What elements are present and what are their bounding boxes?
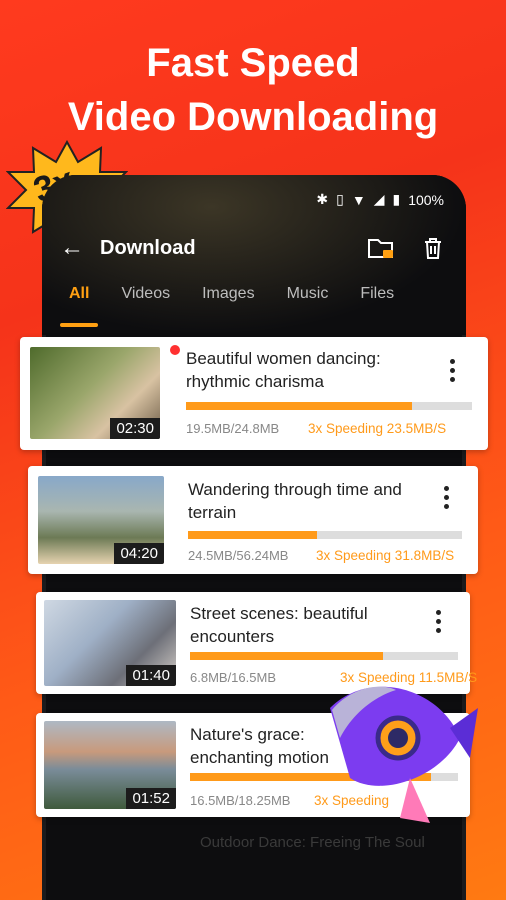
video-title: Beautiful women dancing: rhythmic charis… (186, 349, 381, 391)
video-thumbnail: 02:30 (30, 347, 160, 439)
more-options-icon[interactable] (450, 359, 456, 385)
more-options-icon[interactable] (444, 486, 450, 512)
download-item[interactable]: 04:20 Wandering through time and terrain… (28, 466, 478, 574)
download-speed: 3x Speeding 23.5MB/S (308, 421, 447, 436)
progress-bar (188, 531, 462, 539)
download-size: 6.8MB/16.5MB (190, 670, 276, 685)
faded-item-title: Outdoor Dance: Freeing The Soul (200, 834, 425, 851)
back-arrow-icon[interactable]: ← (60, 234, 84, 262)
video-duration: 01:40 (126, 665, 176, 686)
tab-videos[interactable]: Videos (112, 285, 179, 303)
page-title: Download (100, 236, 196, 259)
video-thumbnail: 01:40 (44, 600, 176, 686)
rocket-icon (330, 686, 478, 823)
more-options-icon[interactable] (436, 610, 442, 636)
video-thumbnail: 04:20 (38, 476, 164, 564)
battery-icon: ▮ (392, 191, 401, 207)
progress-bar (190, 652, 458, 660)
video-title: Street scenes: beautiful encounters (190, 604, 368, 646)
tab-bar: All Videos Images Music Files (60, 285, 448, 303)
headline-line2: Video Downloading (67, 95, 439, 139)
signal-icon: ◢ (373, 191, 385, 207)
download-size: 24.5MB/56.24MB (188, 548, 289, 563)
video-duration: 04:20 (114, 543, 164, 564)
battery-level: 100% (408, 191, 444, 208)
video-title: Nature's grace: enchanting motion (190, 725, 329, 767)
active-tab-indicator (60, 323, 98, 327)
download-size: 16.5MB/18.25MB (190, 793, 291, 808)
headline: Fast Speed Video Downloading (0, 36, 506, 144)
video-duration: 01:52 (126, 788, 176, 809)
vibrate-icon: ▯ (336, 191, 344, 207)
video-thumbnail: 01:52 (44, 721, 176, 809)
faded-download-item: Outdoor Dance: Freeing The Soul (60, 820, 480, 900)
new-indicator-dot (170, 345, 180, 355)
headline-line1: Fast Speed (146, 41, 360, 85)
progress-bar (186, 402, 472, 410)
folder-lock-icon[interactable] (366, 233, 396, 263)
download-item[interactable]: 02:30 Beautiful women dancing: rhythmic … (20, 337, 488, 450)
tab-images[interactable]: Images (193, 285, 263, 303)
app-bar: ← Download (60, 233, 448, 263)
bluetooth-icon: ✱ (316, 191, 329, 207)
tab-music[interactable]: Music (278, 285, 338, 303)
status-bar: ✱ ▯ ▼ ◢ ▮ 100% (316, 191, 444, 208)
delete-icon[interactable] (418, 233, 448, 263)
tab-all[interactable]: All (60, 285, 98, 303)
video-duration: 02:30 (110, 418, 160, 439)
video-title: Wandering through time and terrain (188, 480, 402, 522)
wifi-icon: ▼ (351, 191, 366, 208)
download-size: 19.5MB/24.8MB (186, 421, 280, 436)
download-speed: 3x Speeding 31.8MB/S (316, 548, 455, 563)
tab-files[interactable]: Files (351, 285, 403, 303)
